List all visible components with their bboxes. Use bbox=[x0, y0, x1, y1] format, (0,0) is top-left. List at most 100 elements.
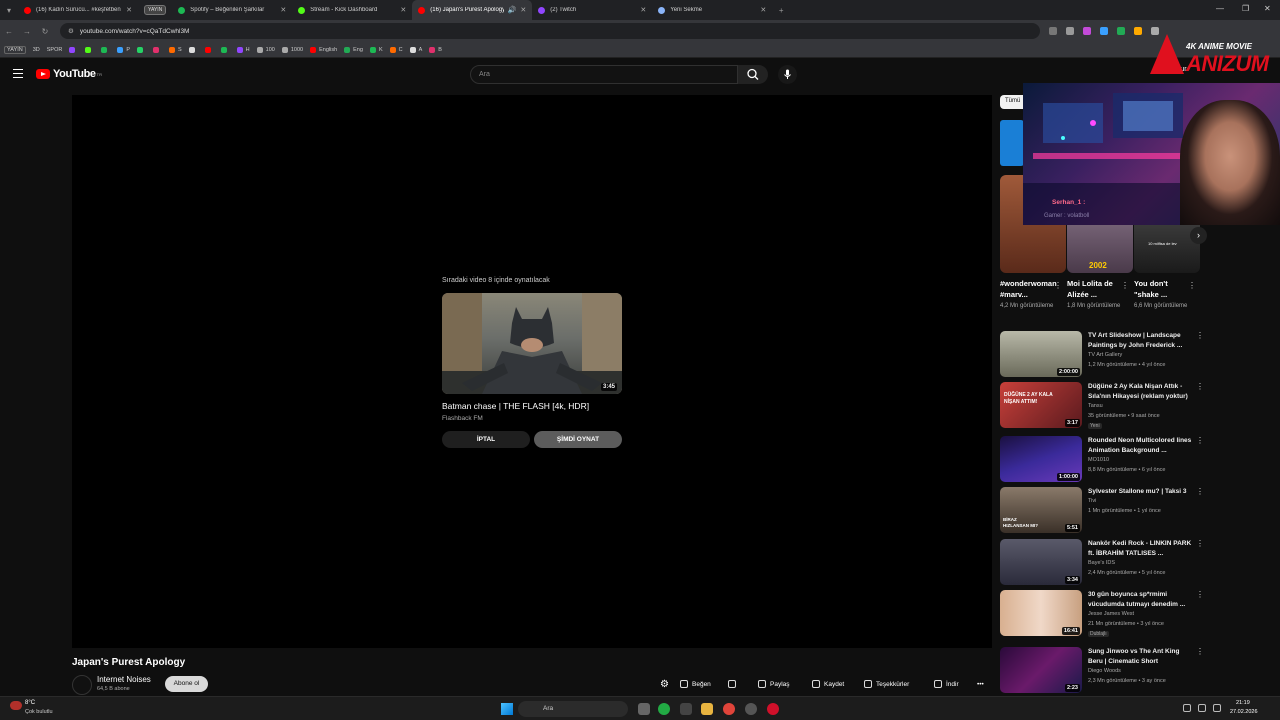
search-button[interactable] bbox=[738, 65, 768, 84]
bookmark-item[interactable]: 100 bbox=[256, 46, 275, 53]
channel-avatar[interactable] bbox=[72, 675, 92, 695]
bookmark-item[interactable] bbox=[220, 46, 230, 53]
bookmark-item[interactable]: P bbox=[117, 46, 130, 53]
extension-icon[interactable] bbox=[1117, 27, 1125, 35]
xbox-icon[interactable] bbox=[658, 703, 670, 715]
taskbar-search-input[interactable]: Ara bbox=[518, 701, 628, 717]
play-now-button[interactable]: ŞİMDİ OYNAT bbox=[534, 431, 622, 448]
volume-icon[interactable] bbox=[1213, 704, 1221, 712]
recommendation-channel[interactable]: TV Art Gallery bbox=[1088, 352, 1122, 358]
recommendation-channel[interactable]: Tansu bbox=[1088, 403, 1103, 409]
close-icon[interactable]: ✕ bbox=[280, 6, 286, 14]
search-input[interactable]: Ara bbox=[470, 65, 738, 84]
recommendation-item[interactable]: 2:00:00 TV Art Slideshow | Landscape Pai… bbox=[1000, 331, 1204, 379]
chevron-right-icon[interactable]: › bbox=[1190, 227, 1207, 244]
dislike-button[interactable] bbox=[728, 676, 740, 692]
close-icon[interactable]: ✕ bbox=[760, 6, 766, 14]
extension-icon[interactable] bbox=[1134, 27, 1142, 35]
file-explorer-icon[interactable] bbox=[701, 703, 713, 715]
hamburger-menu-icon[interactable] bbox=[13, 69, 23, 78]
extension-icon[interactable] bbox=[1083, 27, 1091, 35]
site-info-icon[interactable]: ⚙ bbox=[68, 27, 74, 35]
weather-icon[interactable] bbox=[10, 701, 22, 710]
bookmark-item[interactable]: C bbox=[389, 46, 403, 53]
bookmark-item[interactable]: A bbox=[409, 46, 422, 53]
tab-item-2[interactable]: Stream - Kick Dashboard ✕ bbox=[292, 0, 412, 20]
close-icon[interactable]: ✕ bbox=[640, 6, 646, 14]
bookmark-item[interactable]: S bbox=[169, 46, 182, 53]
bookmark-item[interactable]: SPOR bbox=[47, 47, 63, 53]
bookmark-item[interactable]: Eng bbox=[344, 46, 363, 53]
bookmark-item[interactable]: 1000 bbox=[281, 46, 303, 53]
recommendation-title[interactable]: Rounded Neon Multicolored lines Animatio… bbox=[1088, 436, 1196, 456]
cancel-autoplay-button[interactable]: İPTAL bbox=[442, 431, 530, 448]
recommendation-channel[interactable]: Tivi bbox=[1088, 498, 1096, 504]
more-vert-icon[interactable]: ⋮ bbox=[1196, 539, 1204, 548]
install-icon[interactable] bbox=[1049, 27, 1057, 35]
close-icon[interactable]: ✕ bbox=[126, 6, 132, 14]
channel-name[interactable]: Internet Noises bbox=[97, 675, 151, 684]
recommendation-channel[interactable]: MO1010 bbox=[1088, 457, 1109, 463]
more-vert-icon[interactable]: ⋮ bbox=[1121, 281, 1129, 290]
like-button[interactable]: Beğen bbox=[680, 676, 711, 692]
bookmark-item[interactable]: YAYIN bbox=[4, 45, 26, 54]
recommendation-title[interactable]: 30 gün boyunca sp*rmimi vücudumda tutmay… bbox=[1088, 590, 1196, 610]
speaker-icon[interactable]: 🔊 bbox=[508, 6, 517, 14]
bookmark-item[interactable] bbox=[101, 46, 110, 53]
short-title[interactable]: Moi Lolita de Alizée ... bbox=[1067, 278, 1123, 300]
bookmark-item[interactable]: K bbox=[369, 46, 383, 53]
restore-icon[interactable]: ❐ bbox=[1242, 4, 1249, 13]
youtube-logo[interactable]: YouTube TR bbox=[36, 68, 102, 80]
close-icon[interactable]: ✕ bbox=[400, 6, 406, 14]
chrome-icon[interactable] bbox=[723, 703, 735, 715]
clock-date[interactable]: 27.02.2026 bbox=[1230, 709, 1258, 715]
bookmark-item[interactable] bbox=[137, 46, 146, 53]
bookmark-item[interactable]: B bbox=[429, 46, 442, 53]
forward-icon[interactable]: → bbox=[18, 27, 36, 36]
settings-icon[interactable] bbox=[680, 703, 692, 715]
more-vert-icon[interactable]: ⋮ bbox=[1196, 331, 1204, 340]
recommendation-title[interactable]: Düğüne 2 Ay Kala Nişan Attık - Sıla'nın … bbox=[1088, 382, 1196, 402]
recommendation-item[interactable]: 1:00:00 Rounded Neon Multicolored lines … bbox=[1000, 436, 1204, 484]
thanks-button[interactable]: Teşekkürler bbox=[864, 676, 909, 692]
recommendation-title[interactable]: Sung Jinwoo vs The Ant King Beru | Cinem… bbox=[1088, 647, 1196, 667]
more-vert-icon[interactable]: ⋮ bbox=[1054, 281, 1062, 290]
recommendation-item[interactable]: BİRAZ HIZLANSAN MI? 5:51 Sylvester Stall… bbox=[1000, 487, 1204, 535]
more-vert-icon[interactable]: ⋮ bbox=[1196, 382, 1204, 391]
task-view-icon[interactable] bbox=[638, 703, 650, 715]
windows-start-icon[interactable] bbox=[501, 703, 513, 715]
tab-item-3-active[interactable]: (16) Japan's Purest Apology 🔊 ✕ bbox=[412, 0, 533, 20]
back-icon[interactable]: ← bbox=[0, 27, 18, 36]
recommendation-channel[interactable]: Diego Woods bbox=[1088, 668, 1121, 674]
close-icon[interactable]: ✕ bbox=[520, 6, 526, 14]
promo-thumbnail[interactable] bbox=[1000, 120, 1024, 166]
download-button[interactable]: İndir bbox=[934, 676, 959, 692]
recommendation-item[interactable]: 3:34 Nankör Kedi Rock - LINKIN PARK ft. … bbox=[1000, 539, 1204, 587]
recommendation-item[interactable]: 16:41 30 gün boyunca sp*rmimi vücudumda … bbox=[1000, 590, 1204, 638]
new-tab-button[interactable]: + bbox=[772, 6, 790, 15]
minimize-icon[interactable]: — bbox=[1216, 4, 1224, 13]
settings-gear-button[interactable]: ⚙ bbox=[660, 676, 669, 692]
clock-time[interactable]: 21:19 bbox=[1236, 700, 1250, 706]
more-vert-icon[interactable]: ⋮ bbox=[1196, 487, 1204, 496]
more-vert-icon[interactable]: ⋮ bbox=[1196, 590, 1204, 599]
recommendation-title[interactable]: Nankör Kedi Rock - LINKIN PARK ft. İBRAH… bbox=[1088, 539, 1196, 559]
share-button[interactable]: Paylaş bbox=[758, 676, 790, 692]
recommendation-channel[interactable]: Jesse James West bbox=[1088, 611, 1134, 617]
upnext-thumbnail[interactable] bbox=[442, 293, 622, 394]
tray-chevron-icon[interactable] bbox=[1183, 704, 1191, 712]
voice-search-button[interactable] bbox=[778, 65, 797, 84]
recommendation-item[interactable]: DÜĞÜNE 2 AY KALA NİŞAN ATTIM! 3:17 Düğün… bbox=[1000, 382, 1204, 430]
bookmark-item[interactable] bbox=[204, 46, 214, 53]
recommendation-title[interactable]: Sylvester Stallone mu? | Taksi 3 bbox=[1088, 487, 1196, 497]
bookmark-item[interactable] bbox=[85, 46, 94, 53]
bookmark-item[interactable]: H bbox=[236, 46, 250, 53]
tab-item-4[interactable]: (2) Twitch ✕ bbox=[532, 0, 652, 20]
save-button[interactable]: Kaydet bbox=[812, 676, 844, 692]
opera-icon[interactable] bbox=[767, 703, 779, 715]
pinned-tab-badge[interactable]: YAYIN bbox=[144, 5, 167, 15]
bookmark-item[interactable] bbox=[69, 46, 78, 53]
tab-item-1[interactable]: Spotify – Beğenilen Şarkılar ✕ bbox=[172, 0, 292, 20]
recommendation-title[interactable]: TV Art Slideshow | Landscape Paintings b… bbox=[1088, 331, 1196, 351]
tab-search-icon[interactable]: ▾ bbox=[0, 6, 18, 15]
